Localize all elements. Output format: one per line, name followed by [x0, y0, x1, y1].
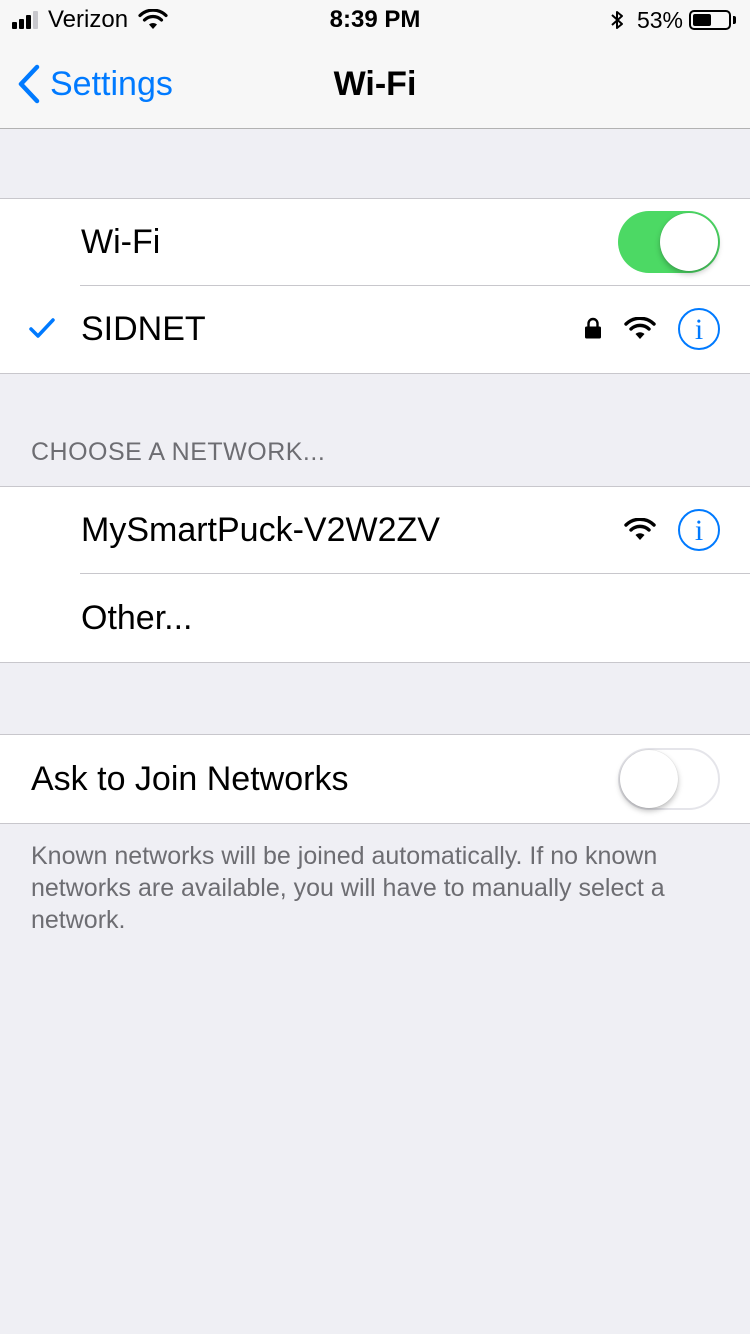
ask-to-join-toggle-switch[interactable]	[618, 748, 720, 810]
back-button[interactable]: Settings	[16, 40, 173, 128]
wifi-signal-icon	[624, 518, 656, 540]
back-button-label: Settings	[50, 64, 173, 103]
wifi-signal-icon	[624, 317, 656, 339]
status-right: 53%	[609, 0, 736, 40]
network-row[interactable]: MySmartPuck-V2W2ZV i	[0, 487, 750, 574]
network-name: MySmartPuck-V2W2ZV	[81, 511, 440, 549]
bluetooth-icon	[611, 11, 623, 29]
lock-icon	[585, 317, 601, 339]
battery-icon	[689, 10, 731, 30]
ask-to-join-label: Ask to Join Networks	[31, 760, 349, 798]
ask-to-join-footer: Known networks will be joined automatica…	[31, 842, 665, 934]
wifi-toggle-row: Wi-Fi	[0, 199, 750, 286]
toggle-knob	[620, 750, 678, 808]
navigation-bar: Settings Wi-Fi	[0, 40, 750, 129]
battery-nub	[733, 16, 736, 24]
status-bar: Verizon 8:39 PM 53%	[0, 0, 750, 40]
chevron-left-icon	[18, 64, 40, 104]
connected-network-row[interactable]: SIDNET i	[0, 286, 750, 373]
toggle-knob	[660, 213, 718, 271]
ask-to-join-row: Ask to Join Networks	[0, 735, 750, 823]
battery-percentage: 53%	[636, 6, 683, 33]
other-network-row[interactable]: Other...	[0, 574, 750, 662]
other-network-label: Other...	[81, 599, 193, 637]
info-button[interactable]: i	[678, 509, 720, 551]
wifi-toggle-label: Wi-Fi	[81, 223, 161, 261]
section-header: CHOOSE A NETWORK...	[31, 438, 326, 466]
battery-fill	[693, 14, 711, 26]
checkmark-icon	[29, 318, 55, 338]
networks-group: MySmartPuck-V2W2ZV i Other...	[0, 486, 750, 663]
wifi-toggle-switch[interactable]	[618, 211, 720, 273]
wifi-group: Wi-Fi SIDNET i	[0, 198, 750, 374]
info-button[interactable]: i	[678, 308, 720, 350]
ask-to-join-group: Ask to Join Networks	[0, 734, 750, 824]
connected-network-name: SIDNET	[81, 310, 206, 348]
